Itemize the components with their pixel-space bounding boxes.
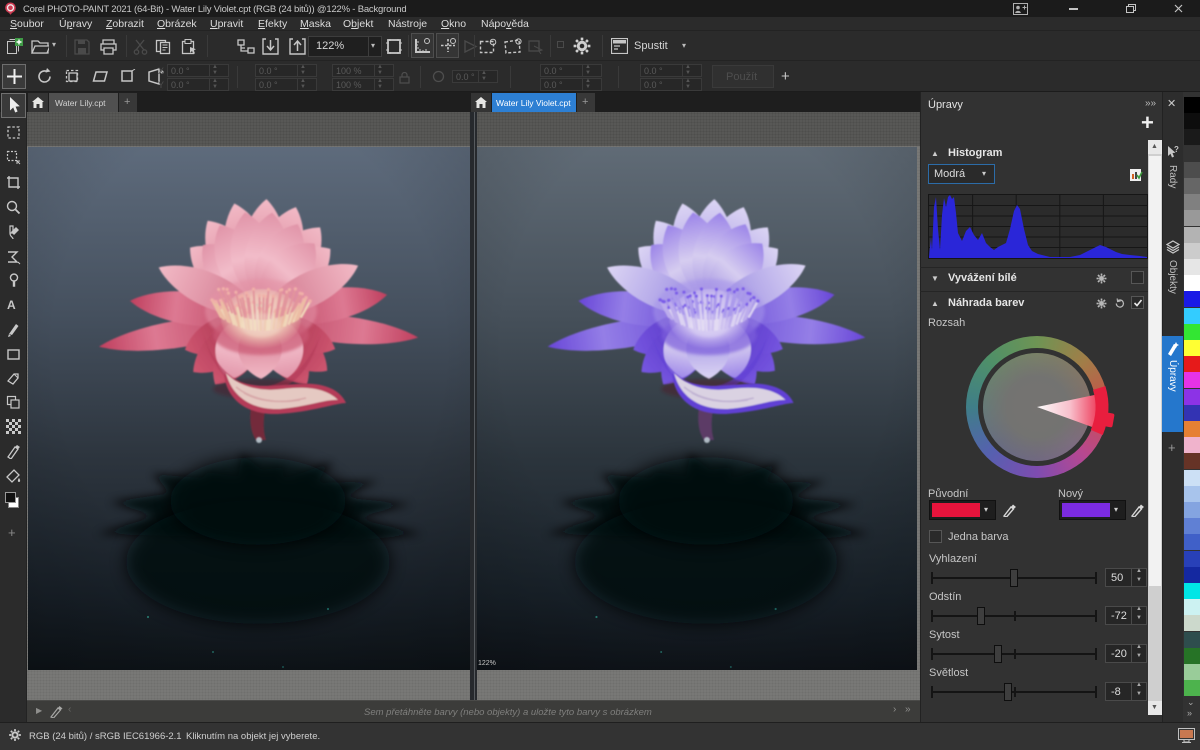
svg-text:?: ? [1174,145,1179,154]
